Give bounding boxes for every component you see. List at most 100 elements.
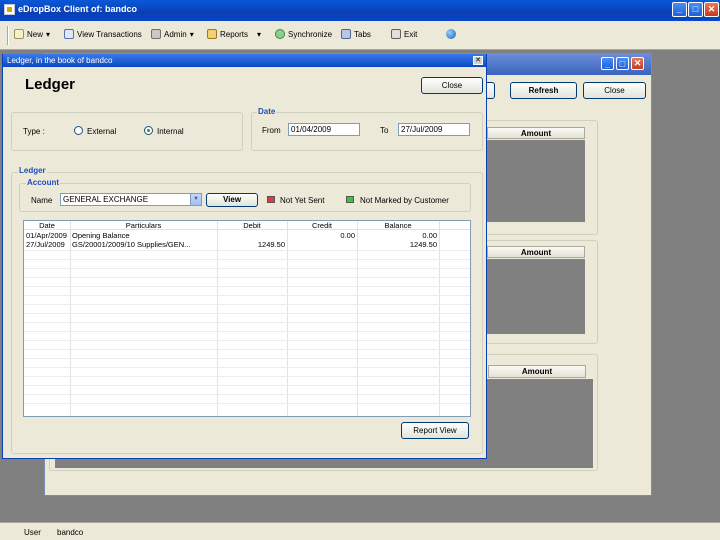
toolbar-admin[interactable]: Admin ▾ xyxy=(151,29,194,39)
bg-close-btn[interactable]: Close xyxy=(583,82,646,99)
table-header-row: Date Particulars Debit Credit Balance xyxy=(24,221,470,230)
not-yet-sent-swatch xyxy=(267,196,275,203)
user-value: bandco xyxy=(57,528,84,537)
ledger-close-x-icon[interactable]: ✕ xyxy=(473,56,483,65)
toolbar-tabs[interactable]: Tabs xyxy=(341,29,371,39)
view-button[interactable]: View xyxy=(206,193,258,207)
refresh-button[interactable]: Refresh xyxy=(510,82,577,99)
amount-header-1: Amount xyxy=(487,127,585,139)
table-cell: 0.00 xyxy=(340,231,355,240)
type-group xyxy=(11,112,243,151)
bg-maximize-button[interactable]: □ xyxy=(616,57,629,70)
amount-header-3: Amount xyxy=(488,365,586,378)
chevron-down-icon: ▾ xyxy=(46,29,51,39)
row-divider xyxy=(24,367,470,368)
globe-icon xyxy=(446,29,456,39)
type-internal-label[interactable]: Internal xyxy=(157,127,184,136)
type-internal-radio[interactable] xyxy=(144,126,153,135)
minimize-button[interactable]: _ xyxy=(672,2,687,17)
table-cell xyxy=(217,231,287,240)
table-cell: 0.00 xyxy=(422,231,437,240)
bg-grid-2 xyxy=(487,259,585,334)
maximize-button[interactable]: □ xyxy=(688,2,703,17)
row-divider xyxy=(24,295,470,296)
row-divider xyxy=(24,268,470,269)
toolbar-reports[interactable]: Reports ▾ xyxy=(207,29,261,39)
user-label: User xyxy=(24,528,41,537)
column-header-credit[interactable]: Credit xyxy=(287,221,357,229)
table-cell xyxy=(287,240,357,249)
chevron-down-icon: ▼ xyxy=(190,194,201,205)
sync-icon xyxy=(275,29,285,39)
toolbar-grip xyxy=(7,26,9,45)
row-divider xyxy=(24,358,470,359)
exit-icon xyxy=(391,29,401,39)
table-row[interactable]: 27/Jul/2009 GS/20001/2009/10 Supplies/GE… xyxy=(24,240,470,249)
row-divider xyxy=(24,403,470,404)
ledger-window-title: Ledger, in the book of bandco xyxy=(7,56,113,65)
column-header-date[interactable]: Date xyxy=(24,221,70,229)
table-cell: 27/Jul/2009 xyxy=(26,240,65,249)
report-view-button[interactable]: Report View xyxy=(401,422,469,439)
from-label: From xyxy=(262,126,281,135)
bg-close-button[interactable]: ✕ xyxy=(631,57,644,70)
app-icon xyxy=(4,4,15,15)
table-cell: GS/20001/2009/10 Supplies/GEN... xyxy=(72,240,191,249)
row-divider xyxy=(24,286,470,287)
ledger-close-button[interactable]: Close xyxy=(421,77,483,94)
not-marked-swatch xyxy=(346,196,354,203)
to-label: To xyxy=(380,126,389,135)
row-divider xyxy=(24,376,470,377)
row-divider xyxy=(24,304,470,305)
statusbar: User bandco xyxy=(0,522,720,540)
ledger-legend: Ledger xyxy=(18,166,47,175)
type-external-label[interactable]: External xyxy=(87,127,116,136)
account-legend: Account xyxy=(26,178,60,187)
bg-minimize-button[interactable]: _ xyxy=(601,57,614,70)
date-legend: Date xyxy=(257,107,277,116)
column-header-balance[interactable]: Balance xyxy=(357,221,439,229)
chevron-down-icon: ▾ xyxy=(189,29,194,39)
toolbar-exit[interactable]: Exit xyxy=(391,29,417,39)
name-label: Name xyxy=(31,196,53,205)
type-external-radio[interactable] xyxy=(74,126,83,135)
tabs-icon xyxy=(341,29,351,39)
not-yet-sent-label: Not Yet Sent xyxy=(280,196,325,205)
row-divider xyxy=(24,313,470,314)
toolbar-web[interactable] xyxy=(446,29,456,39)
row-divider xyxy=(24,250,470,251)
table-row[interactable]: 01/Apr/2009 Opening Balance 0.00 0.00 xyxy=(24,231,470,240)
column-header-particulars[interactable]: Particulars xyxy=(70,221,217,229)
ledger-window-titlebar: Ledger, in the book of bandco ✕ xyxy=(3,54,486,67)
row-divider xyxy=(24,340,470,341)
app-titlebar: eDropBox Client of: bandco _ □ ✕ xyxy=(0,0,720,21)
transactions-icon xyxy=(64,29,74,39)
toolbar-new[interactable]: New ▾ xyxy=(14,29,50,39)
row-divider xyxy=(24,394,470,395)
row-divider xyxy=(24,385,470,386)
page-title: Ledger xyxy=(25,76,76,93)
row-divider xyxy=(24,277,470,278)
bg-grid-1 xyxy=(487,140,585,222)
new-icon xyxy=(14,29,24,39)
chevron-down-icon: ▾ xyxy=(257,29,262,39)
table-cell: 1249.50 xyxy=(257,240,285,249)
type-label: Type : xyxy=(23,127,45,136)
toolbar-view-transactions[interactable]: View Transactions xyxy=(64,29,142,39)
reports-icon xyxy=(207,29,217,39)
row-divider xyxy=(24,322,470,323)
table-cell: 01/Apr/2009 xyxy=(26,231,67,240)
ledger-table[interactable]: Date Particulars Debit Credit Balance 01… xyxy=(23,220,471,417)
amount-header-2: Amount xyxy=(487,246,585,258)
close-window-button[interactable]: ✕ xyxy=(704,2,719,17)
from-date-field[interactable]: 01/04/2009 xyxy=(288,123,360,136)
row-divider xyxy=(24,349,470,350)
row-divider xyxy=(24,331,470,332)
table-cell: Opening Balance xyxy=(72,231,130,240)
table-cell: 1249.50 xyxy=(409,240,437,249)
toolbar-synchronize[interactable]: Synchronize xyxy=(275,29,332,39)
to-date-field[interactable]: 27/Jul/2009 xyxy=(398,123,470,136)
column-header-debit[interactable]: Debit xyxy=(217,221,287,229)
account-name-select[interactable]: GENERAL EXCHANGE ▼ xyxy=(60,193,202,206)
row-divider xyxy=(24,259,470,260)
